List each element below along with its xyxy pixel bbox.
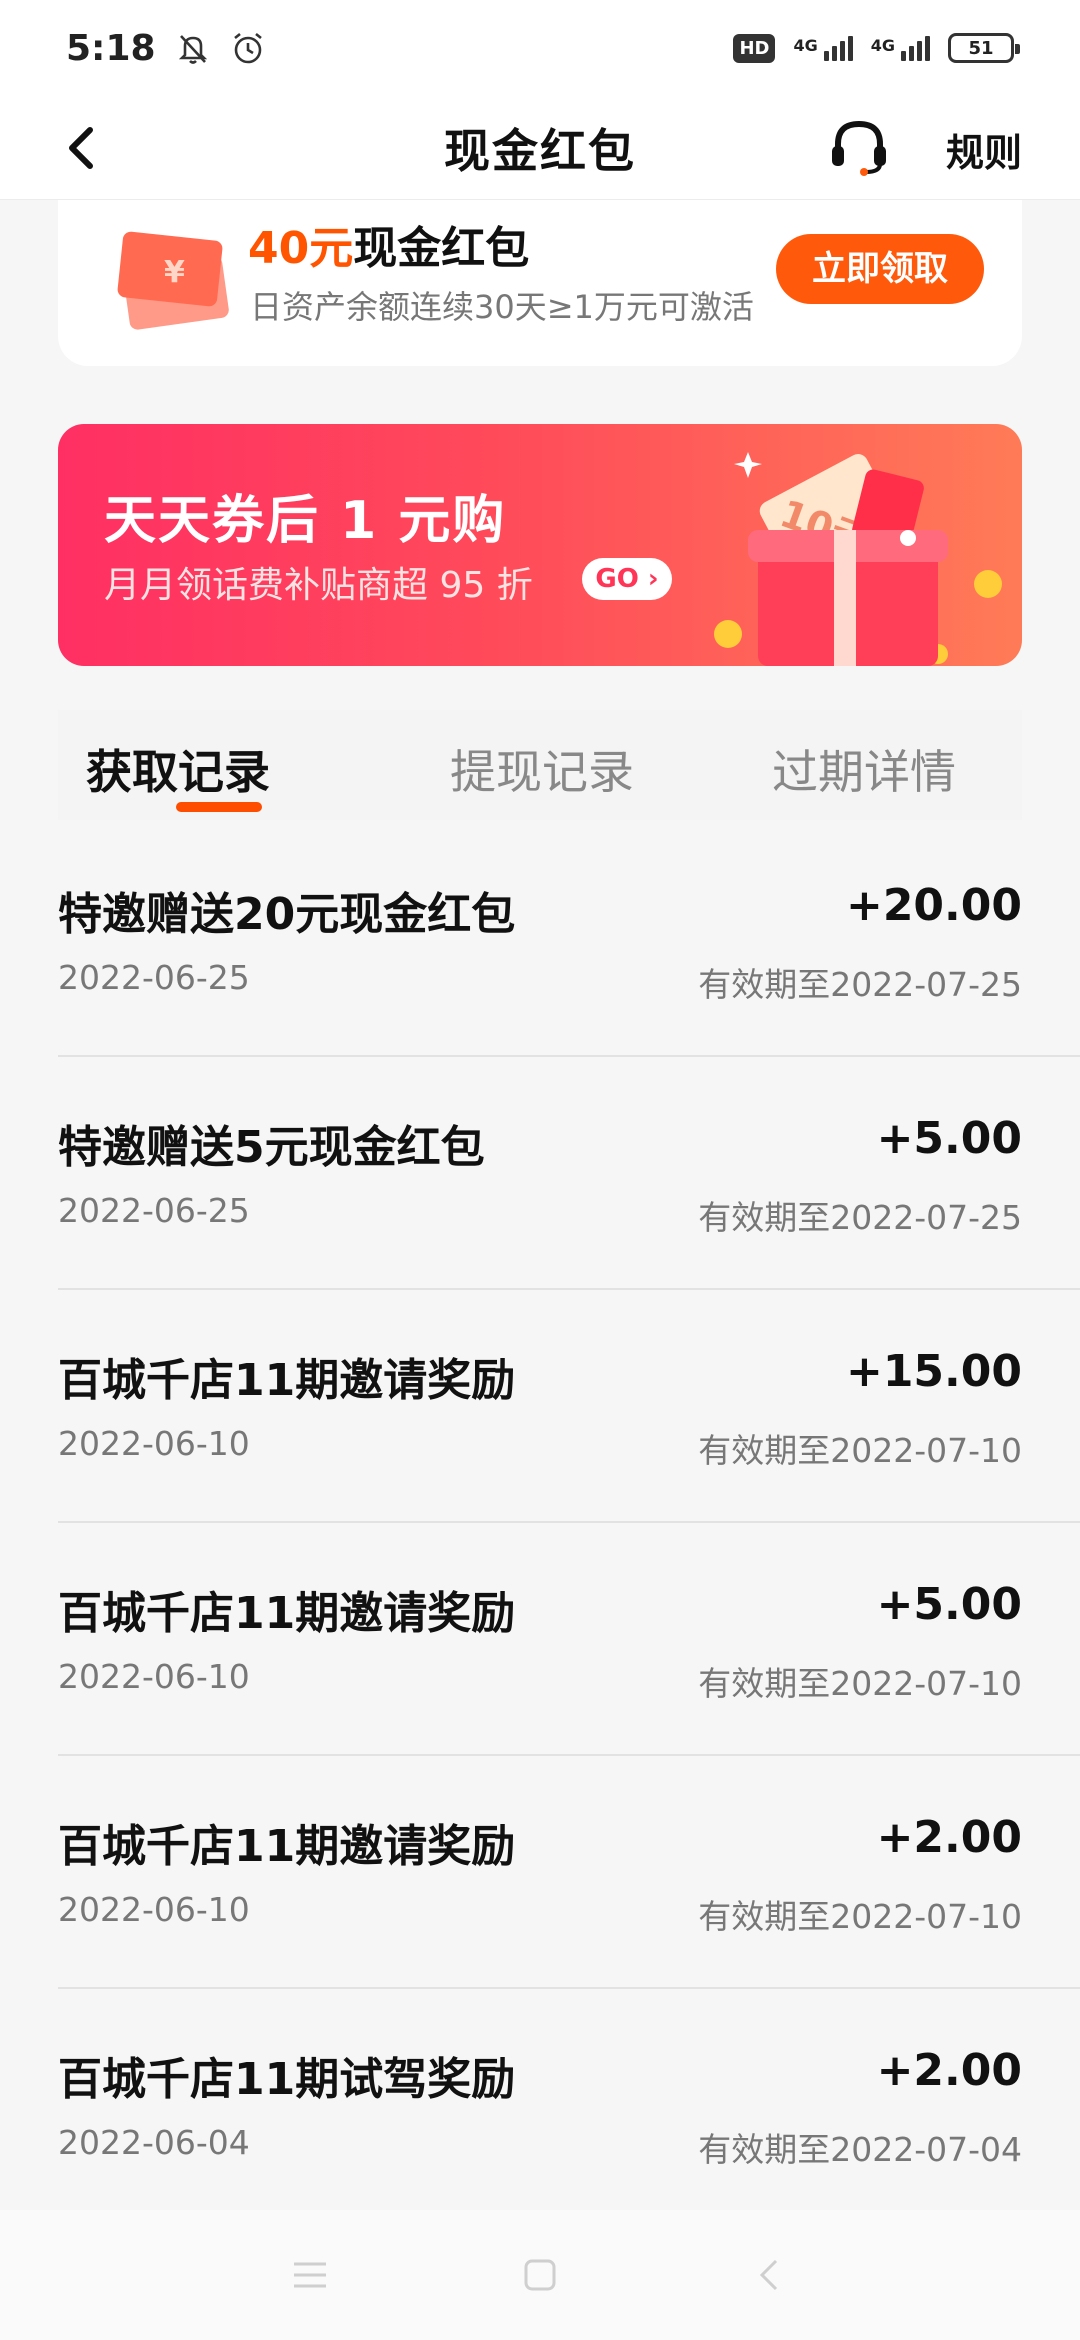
back-icon[interactable] <box>750 2255 790 2295</box>
record-date: 2022-06-10 <box>58 1890 250 1929</box>
home-icon[interactable] <box>520 2255 560 2295</box>
record-expiry: 有效期至2022-07-10 <box>698 1897 1022 1936</box>
promo-title: 40元现金红包 <box>248 212 529 276</box>
record-title: 特邀赠送5元现金红包 <box>58 1122 485 1173</box>
go-label: GO <box>595 564 639 594</box>
record-amount: +5.00 <box>876 1579 1022 1630</box>
hd-badge: HD <box>733 33 776 63</box>
record-amount: +2.00 <box>876 1812 1022 1863</box>
system-nav-bar <box>0 2210 1080 2340</box>
promo-amount: 40元 <box>248 223 354 274</box>
status-bar: 5:18 HD 4G 4G 51 <box>0 0 1080 96</box>
record-expiry: 有效期至2022-07-10 <box>698 1431 1022 1470</box>
list-item[interactable]: 特邀赠送20元现金红包 2022-06-25 +20.00 有效期至2022-0… <box>58 824 1080 1057</box>
banner-subtitle: 月月领话费补贴商超 95 折 <box>104 565 533 606</box>
record-expiry: 有效期至2022-07-10 <box>698 1664 1022 1703</box>
record-title: 百城千店11期邀请奖励 <box>58 1821 516 1872</box>
record-date: 2022-06-10 <box>58 1657 250 1696</box>
signal-4g-icon: 4G <box>793 35 853 61</box>
record-title: 特邀赠送20元现金红包 <box>58 889 516 940</box>
list-item[interactable]: 特邀赠送5元现金红包 2022-06-25 +5.00 有效期至2022-07-… <box>58 1057 1080 1290</box>
menu-icon[interactable] <box>290 2258 330 2292</box>
bell-off-icon <box>176 31 210 65</box>
claim-button[interactable]: 立即领取 <box>776 234 984 304</box>
tab-acquired[interactable]: 获取记录 <box>86 736 270 802</box>
record-date: 2022-06-25 <box>58 958 250 997</box>
record-amount: +2.00 <box>876 2045 1022 2096</box>
battery-level: 51 <box>968 37 994 59</box>
headset-icon[interactable] <box>826 114 892 180</box>
promo-subtitle: 日资产余额连续30天≥1万元可激活 <box>250 288 754 326</box>
alarm-icon <box>230 30 266 66</box>
promo-banner[interactable]: 天天券后 1 元购 月月领话费补贴商超 95 折 GO › 10元 <box>58 424 1022 666</box>
red-packet-icon: ¥ <box>117 231 229 330</box>
record-expiry: 有效期至2022-07-25 <box>698 1198 1022 1237</box>
record-date: 2022-06-25 <box>58 1191 250 1230</box>
record-amount: +5.00 <box>876 1113 1022 1164</box>
banner-title: 天天券后 1 元购 <box>104 491 507 551</box>
status-time: 5:18 <box>66 27 156 69</box>
rules-link[interactable]: 规则 <box>946 122 1022 177</box>
signal-4g-icon: 4G <box>871 35 930 61</box>
tab-expired[interactable]: 过期详情 <box>772 736 956 802</box>
svg-text:¥: ¥ <box>164 255 185 290</box>
record-date: 2022-06-10 <box>58 1424 250 1463</box>
active-tab-indicator <box>176 802 262 812</box>
list-item[interactable]: 百城千店11期试驾奖励 2022-06-04 +2.00 有效期至2022-07… <box>58 1989 1080 2222</box>
tab-withdrawn[interactable]: 提现记录 <box>450 736 634 802</box>
record-date: 2022-06-04 <box>58 2123 250 2162</box>
record-title: 百城千店11期邀请奖励 <box>58 1588 516 1639</box>
list-item[interactable]: 百城千店11期邀请奖励 2022-06-10 +5.00 有效期至2022-07… <box>58 1523 1080 1756</box>
nav-bar: 现金红包 规则 <box>0 96 1080 200</box>
record-amount: +15.00 <box>845 1346 1022 1397</box>
record-expiry: 有效期至2022-07-25 <box>698 965 1022 1004</box>
page-title: 现金红包 <box>444 123 636 178</box>
list-item[interactable]: 百城千店11期邀请奖励 2022-06-10 +15.00 有效期至2022-0… <box>58 1290 1080 1523</box>
record-title: 百城千店11期邀请奖励 <box>58 1355 516 1406</box>
promo-title-text: 现金红包 <box>353 223 530 274</box>
promo-card: ¥ 40元现金红包 日资产余额连续30天≥1万元可激活 立即领取 <box>58 200 1022 366</box>
battery-icon: 51 <box>948 33 1020 63</box>
record-title: 百城千店11期试驾奖励 <box>58 2054 516 2105</box>
record-amount: +20.00 <box>845 880 1022 931</box>
go-button[interactable]: GO › <box>582 558 672 600</box>
list-item[interactable]: 百城千店11期邀请奖励 2022-06-10 +2.00 有效期至2022-07… <box>58 1756 1080 1989</box>
record-tabs: 获取记录 提现记录 过期详情 <box>58 710 1022 820</box>
gift-box-icon: 10元 <box>714 452 1002 666</box>
records-list: 特邀赠送20元现金红包 2022-06-25 +20.00 有效期至2022-0… <box>0 824 1080 2222</box>
record-expiry: 有效期至2022-07-04 <box>698 2130 1022 2169</box>
